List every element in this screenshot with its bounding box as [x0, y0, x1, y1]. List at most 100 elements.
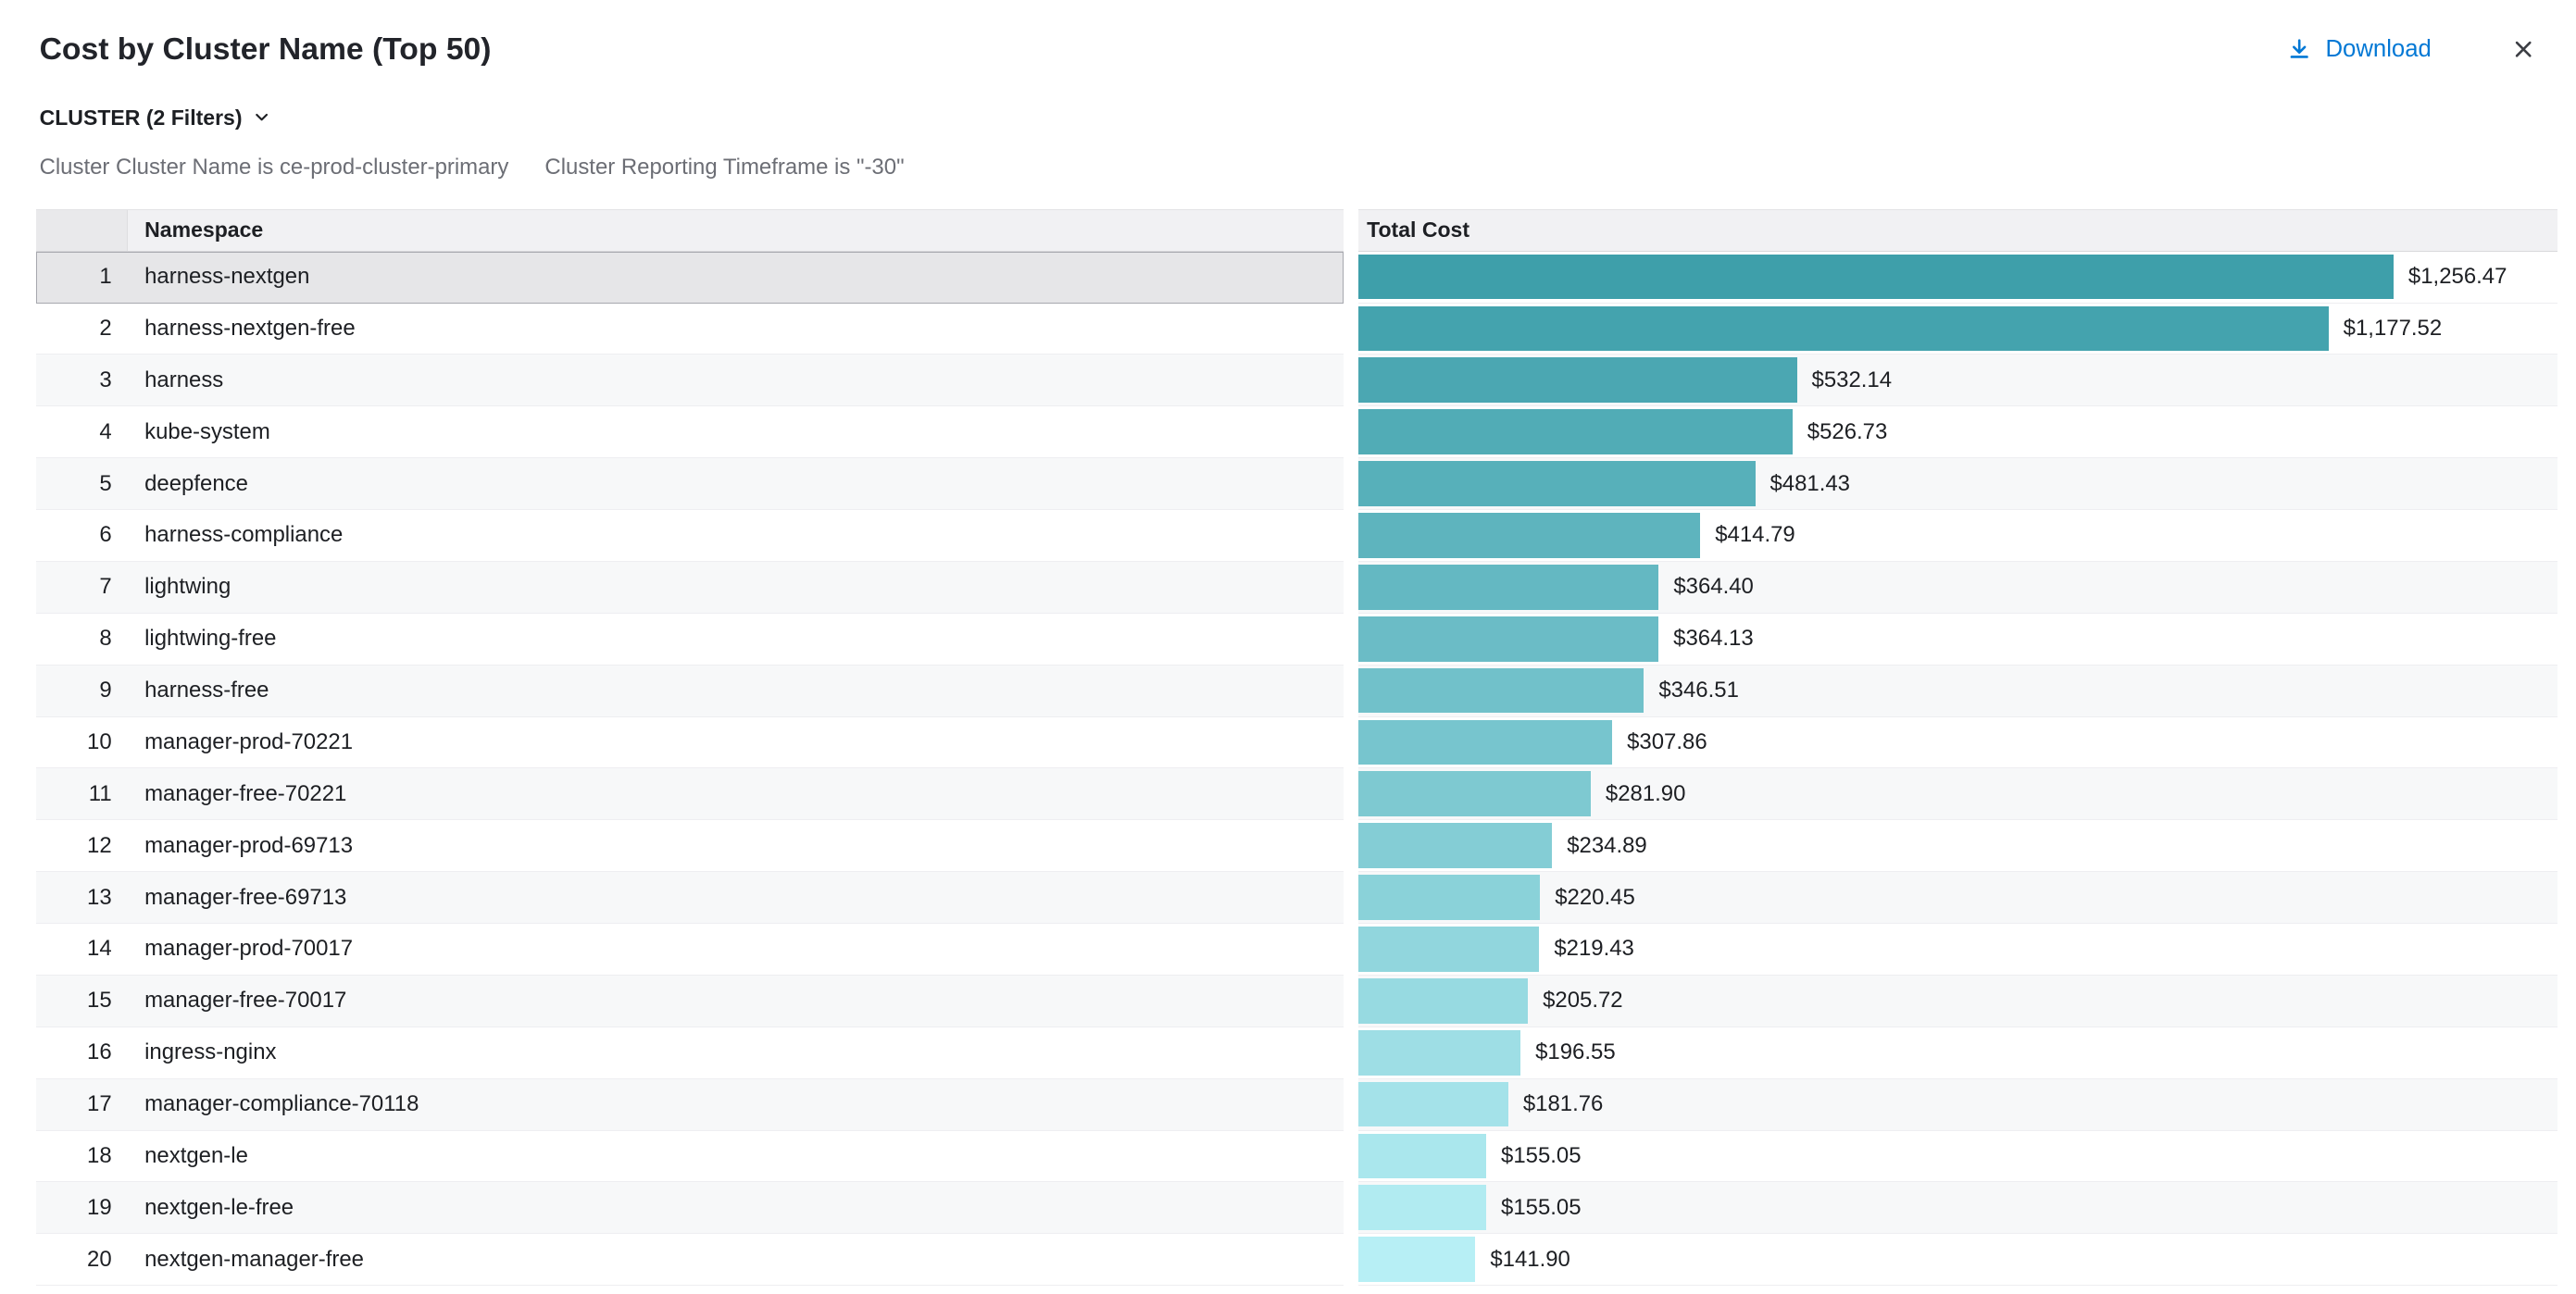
filter-cluster-name: Cluster Cluster Name is ce-prod-cluster-… — [40, 155, 509, 180]
cost-bar — [1358, 306, 2328, 352]
total-cost-cell: $141.90 — [1358, 1234, 2557, 1286]
download-label: Download — [2325, 36, 2431, 63]
row-rank: 16 — [36, 1027, 128, 1078]
cost-bar — [1358, 1134, 1486, 1179]
namespace-row[interactable]: 7lightwing — [36, 562, 1344, 614]
cost-bar — [1358, 357, 1796, 403]
namespace-row[interactable]: 16ingress-nginx — [36, 1027, 1344, 1079]
namespace-column-header[interactable]: Namespace — [128, 210, 1344, 251]
namespace-row[interactable]: 9harness-free — [36, 666, 1344, 717]
total-cost-cell: $481.43 — [1358, 458, 2557, 510]
namespace-row[interactable]: 10manager-prod-70221 — [36, 717, 1344, 769]
column-divider — [1344, 1027, 1358, 1079]
table-row: 2harness-nextgen-free$1,177.52 — [36, 304, 2557, 355]
total-cost-cell: $364.13 — [1358, 614, 2557, 666]
row-rank: 10 — [36, 717, 128, 768]
table-row: 12manager-prod-69713 $234.89 — [36, 820, 2557, 872]
namespace-cell: manager-prod-69713 — [128, 820, 1344, 871]
download-icon — [2286, 36, 2312, 62]
row-rank: 19 — [36, 1182, 128, 1233]
column-divider — [1344, 976, 1358, 1027]
cluster-filters-dropdown[interactable]: CLUSTER (2 Filters) — [40, 106, 272, 131]
namespace-row[interactable]: 19nextgen-le-free — [36, 1182, 1344, 1234]
namespace-row[interactable]: 3harness — [36, 355, 1344, 406]
cost-value: $346.51 — [1658, 678, 1739, 703]
namespace-row[interactable]: 8lightwing-free — [36, 614, 1344, 666]
table-row: 6harness-compliance $414.79 — [36, 510, 2557, 562]
row-rank: 14 — [36, 924, 128, 975]
row-rank: 12 — [36, 820, 128, 871]
cost-value: $141.90 — [1490, 1247, 1570, 1273]
download-button[interactable]: Download — [2276, 34, 2441, 65]
namespace-row[interactable]: 11manager-free-70221 — [36, 768, 1344, 820]
namespace-cell: manager-free-70221 — [128, 768, 1344, 819]
namespace-cell: deepfence — [128, 458, 1344, 509]
cost-value: $219.43 — [1554, 936, 1634, 962]
cost-bar — [1358, 461, 1755, 506]
chevron-down-icon — [252, 107, 271, 127]
total-cost-cell: $181.76 — [1358, 1079, 2557, 1131]
cost-table: Namespace Total Cost 1harness-nextgen$1,… — [36, 209, 2557, 1287]
row-rank: 13 — [36, 872, 128, 923]
namespace-row[interactable]: 12manager-prod-69713 — [36, 820, 1344, 872]
row-rank: 4 — [36, 406, 128, 457]
cost-value: $281.90 — [1606, 781, 1686, 807]
namespace-cell: manager-free-69713 — [128, 872, 1344, 923]
namespace-row[interactable]: 5deepfence — [36, 458, 1344, 510]
total-cost-cell: $526.73 — [1358, 406, 2557, 458]
namespace-row[interactable]: 18nextgen-le — [36, 1131, 1344, 1183]
column-divider — [1344, 924, 1358, 976]
row-rank: 15 — [36, 976, 128, 1026]
cost-value: $196.55 — [1535, 1039, 1616, 1065]
namespace-cell: harness-nextgen-free — [128, 304, 1344, 355]
row-rank: 18 — [36, 1131, 128, 1182]
namespace-row[interactable]: 15manager-free-70017 — [36, 976, 1344, 1027]
namespace-cell: harness-free — [128, 666, 1344, 716]
namespace-row[interactable]: 20nextgen-manager-free — [36, 1234, 1344, 1286]
namespace-row[interactable]: 14manager-prod-70017 — [36, 924, 1344, 976]
namespace-row[interactable]: 2harness-nextgen-free — [36, 304, 1344, 355]
column-divider — [1344, 717, 1358, 769]
namespace-cell: harness-compliance — [128, 510, 1344, 561]
cost-bar — [1358, 565, 1658, 610]
total-cost-cell: $196.55 — [1358, 1027, 2557, 1079]
filter-summary-label: CLUSTER (2 Filters) — [40, 106, 243, 131]
table-row: 7lightwing $364.40 — [36, 562, 2557, 614]
column-divider — [1344, 614, 1358, 666]
namespace-row[interactable]: 6harness-compliance — [36, 510, 1344, 562]
column-divider — [1344, 406, 1358, 458]
table-header-left: Namespace — [36, 209, 1344, 252]
close-button[interactable] — [2507, 32, 2539, 65]
row-rank: 5 — [36, 458, 128, 509]
column-divider — [1344, 304, 1358, 355]
total-cost-cell: $364.40 — [1358, 562, 2557, 614]
cost-value: $481.43 — [1769, 471, 1850, 497]
namespace-cell: ingress-nginx — [128, 1027, 1344, 1078]
cost-bar — [1358, 1030, 1520, 1076]
table-row: 15manager-free-70017 $205.72 — [36, 976, 2557, 1027]
dialog-title: Cost by Cluster Name (Top 50) — [40, 31, 492, 68]
cost-value: $234.89 — [1567, 833, 1647, 859]
row-rank: 20 — [36, 1234, 128, 1285]
cost-value: $181.76 — [1523, 1091, 1604, 1117]
cost-value: $414.79 — [1715, 522, 1795, 548]
cost-value: $205.72 — [1543, 988, 1623, 1014]
table-row: 19nextgen-le-free $155.05 — [36, 1182, 2557, 1234]
total-cost-column-header[interactable]: Total Cost — [1358, 209, 2557, 252]
column-divider — [1344, 355, 1358, 406]
column-divider — [1344, 768, 1358, 820]
cost-value: $220.45 — [1555, 885, 1635, 911]
namespace-row[interactable]: 4kube-system — [36, 406, 1344, 458]
row-rank: 9 — [36, 666, 128, 716]
total-cost-cell: $155.05 — [1358, 1182, 2557, 1234]
namespace-row[interactable]: 1harness-nextgen — [36, 252, 1344, 304]
cost-bar — [1358, 1237, 1475, 1282]
table-row: 13manager-free-69713 $220.45 — [36, 872, 2557, 924]
table-row: 16ingress-nginx $196.55 — [36, 1027, 2557, 1079]
namespace-row[interactable]: 17manager-compliance-70118 — [36, 1079, 1344, 1131]
namespace-row[interactable]: 13manager-free-69713 — [36, 872, 1344, 924]
total-cost-cell: $532.14 — [1358, 355, 2557, 406]
cost-value: $155.05 — [1501, 1195, 1582, 1221]
filter-reporting-timeframe: Cluster Reporting Timeframe is "-30" — [544, 155, 904, 180]
total-cost-cell: $307.86 — [1358, 717, 2557, 769]
